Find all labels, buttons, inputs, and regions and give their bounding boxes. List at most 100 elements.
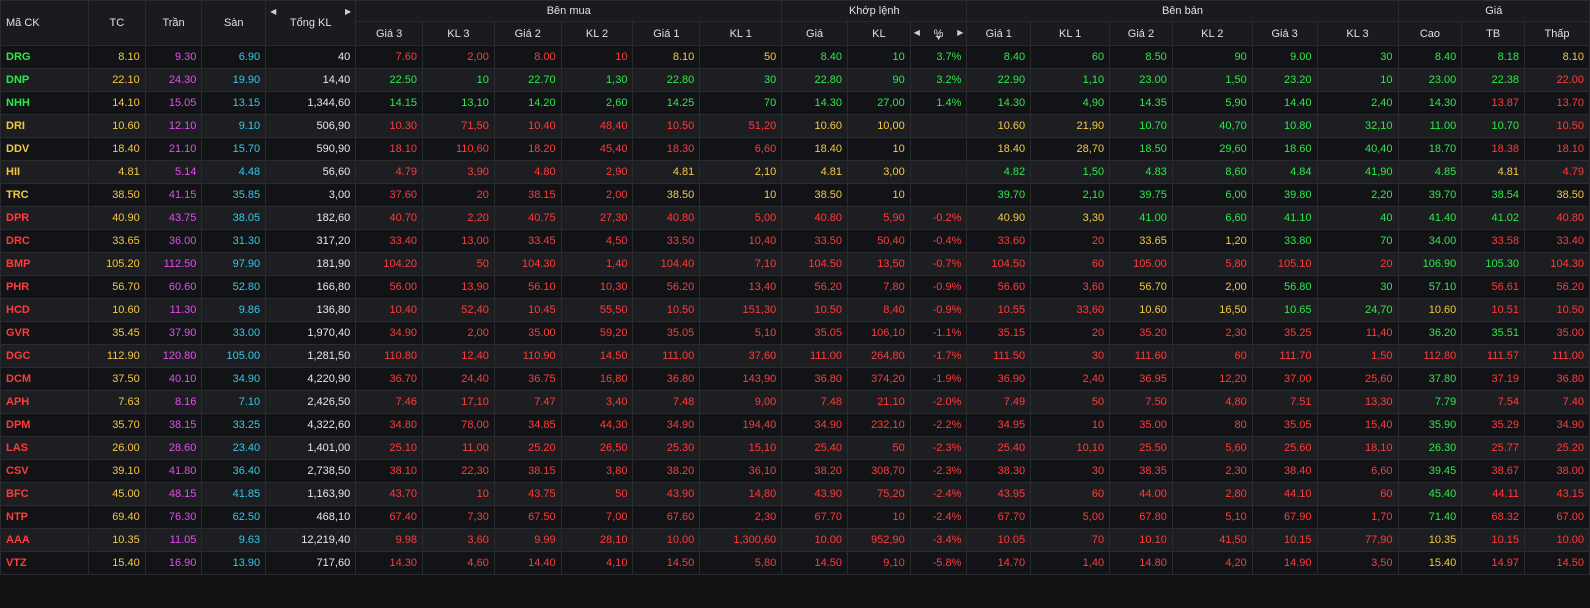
sell-volume-1[interactable]: 70: [1030, 528, 1111, 552]
header-match-pct[interactable]: ◀ % ▼ ▶: [909, 21, 968, 46]
buy-volume-1[interactable]: 5,10: [699, 321, 783, 345]
buy-price-3[interactable]: 9.98: [355, 528, 423, 552]
buy-volume-2[interactable]: 10: [560, 45, 634, 69]
buy-price-1[interactable]: 7.48: [632, 390, 701, 414]
sell-price-3[interactable]: 10.65: [1251, 298, 1318, 322]
sell-volume-3[interactable]: 2,40: [1316, 91, 1399, 115]
buy-volume-3[interactable]: 2,20: [421, 206, 495, 230]
stock-symbol[interactable]: HCD: [0, 298, 90, 322]
buy-price-2[interactable]: 67.50: [493, 505, 562, 529]
sell-price-1[interactable]: 8.40: [966, 45, 1032, 69]
sell-price-2[interactable]: 36.95: [1109, 367, 1173, 391]
sell-volume-3[interactable]: 15,40: [1316, 413, 1399, 437]
stock-symbol[interactable]: CSV: [0, 459, 90, 483]
sell-volume-1[interactable]: 20: [1030, 229, 1111, 253]
header-sell-kl1[interactable]: KL 1: [1030, 21, 1111, 46]
sell-volume-1[interactable]: 10,10: [1030, 436, 1111, 460]
sell-price-3[interactable]: 14.40: [1251, 91, 1318, 115]
buy-volume-1[interactable]: 37,60: [699, 344, 783, 368]
buy-price-2[interactable]: 18.20: [493, 137, 562, 161]
buy-price-2[interactable]: 56.10: [493, 275, 562, 299]
sell-price-2[interactable]: 10.10: [1109, 528, 1173, 552]
buy-price-3[interactable]: 37.60: [355, 183, 423, 207]
stock-symbol[interactable]: NHH: [0, 91, 90, 115]
sell-price-2[interactable]: 67.80: [1109, 505, 1173, 529]
sell-volume-2[interactable]: 12,20: [1171, 367, 1253, 391]
sell-price-1[interactable]: 14.70: [966, 551, 1032, 575]
table-row[interactable]: NTP 69.40 76.30 62.50 468,10 67.40 7,30 67.50 7,…: [0, 505, 1590, 529]
buy-price-1[interactable]: 43.90: [632, 482, 701, 506]
buy-price-2[interactable]: 110.90: [493, 344, 562, 368]
buy-price-2[interactable]: 36.75: [493, 367, 562, 391]
sell-volume-3[interactable]: 77,90: [1316, 528, 1399, 552]
sell-volume-1[interactable]: 1,40: [1030, 551, 1111, 575]
header-tong-kl[interactable]: ◀ Tổng KL ▶: [265, 0, 357, 46]
buy-volume-1[interactable]: 1,300,60: [699, 528, 783, 552]
sell-volume-1[interactable]: 30: [1030, 344, 1111, 368]
buy-price-3[interactable]: 104.20: [355, 252, 423, 276]
buy-volume-3[interactable]: 71,50: [421, 114, 495, 138]
sell-price-2[interactable]: 10.70: [1109, 114, 1173, 138]
sell-price-3[interactable]: 105.10: [1251, 252, 1318, 276]
arrow-left-icon[interactable]: ◀: [914, 28, 920, 37]
sell-price-1[interactable]: 43.95: [966, 482, 1032, 506]
table-row[interactable]: APH 7.63 8.16 7.10 2,426,50 7.46 17,10 7.47 3,40…: [0, 390, 1590, 414]
buy-price-1[interactable]: 10.50: [632, 114, 701, 138]
table-row[interactable]: NHH 14.10 15.05 13.15 1,344,60 14.15 13,10 14.2…: [0, 91, 1590, 115]
buy-price-3[interactable]: 43.70: [355, 482, 423, 506]
table-row[interactable]: DDV 18.40 21.10 15.70 590,90 18.10 110,60 18.20…: [0, 137, 1590, 161]
buy-price-2[interactable]: 33.45: [493, 229, 562, 253]
header-price-thap[interactable]: Thấp: [1524, 21, 1590, 46]
table-row[interactable]: DGC 112.90 120.80 105.00 1,281,50 110.80 12,40…: [0, 344, 1590, 368]
sell-volume-2[interactable]: 40,70: [1171, 114, 1253, 138]
sell-volume-1[interactable]: 3,30: [1030, 206, 1111, 230]
buy-volume-2[interactable]: 26,50: [560, 436, 634, 460]
stock-symbol[interactable]: DDV: [0, 137, 90, 161]
buy-volume-3[interactable]: 20: [421, 183, 495, 207]
sell-volume-1[interactable]: 3,60: [1030, 275, 1111, 299]
sell-volume-3[interactable]: 30: [1316, 45, 1399, 69]
buy-price-2[interactable]: 22.70: [493, 68, 562, 92]
sell-volume-3[interactable]: 1,50: [1316, 344, 1399, 368]
sell-price-2[interactable]: 14.35: [1109, 91, 1173, 115]
sell-price-1[interactable]: 10.60: [966, 114, 1032, 138]
buy-volume-3[interactable]: 13,00: [421, 229, 495, 253]
buy-price-1[interactable]: 33.50: [632, 229, 701, 253]
sell-price-2[interactable]: 111.60: [1109, 344, 1173, 368]
sell-price-1[interactable]: 22.90: [966, 68, 1032, 92]
stock-symbol[interactable]: PHR: [0, 275, 90, 299]
table-row[interactable]: HII 4.81 5.14 4.48 56,60 4.79 3,90 4.80 2,90 4.81…: [0, 160, 1590, 184]
buy-volume-3[interactable]: 52,40: [421, 298, 495, 322]
sell-volume-3[interactable]: 6,60: [1316, 459, 1399, 483]
sell-price-3[interactable]: 10.80: [1251, 114, 1318, 138]
header-tc[interactable]: TC: [88, 0, 146, 46]
buy-volume-2[interactable]: 1,40: [560, 252, 634, 276]
buy-volume-1[interactable]: 10,40: [699, 229, 783, 253]
sell-volume-3[interactable]: 25,60: [1316, 367, 1399, 391]
buy-volume-2[interactable]: 1,30: [560, 68, 634, 92]
sell-price-3[interactable]: 35.05: [1251, 413, 1318, 437]
table-row[interactable]: HCD 10.60 11.30 9.86 136,80 10.40 52,40 10.45 55…: [0, 298, 1590, 322]
sort-down-icon[interactable]: ▼: [935, 35, 942, 42]
sell-price-1[interactable]: 10.55: [966, 298, 1032, 322]
buy-volume-2[interactable]: 48,40: [560, 114, 634, 138]
sell-price-3[interactable]: 10.15: [1251, 528, 1318, 552]
sell-volume-2[interactable]: 41,50: [1171, 528, 1253, 552]
sell-price-2[interactable]: 10.60: [1109, 298, 1173, 322]
buy-price-3[interactable]: 67.40: [355, 505, 423, 529]
header-price-cao[interactable]: Cao: [1397, 21, 1463, 46]
sell-volume-2[interactable]: 60: [1171, 344, 1253, 368]
table-row[interactable]: DNP 22.10 24.30 19.90 14,40 22.50 10 22.70 1,30 2…: [0, 68, 1590, 92]
sell-volume-2[interactable]: 29,60: [1171, 137, 1253, 161]
stock-symbol[interactable]: DPM: [0, 413, 90, 437]
buy-price-2[interactable]: 9.99: [493, 528, 562, 552]
buy-price-1[interactable]: 56.20: [632, 275, 701, 299]
buy-volume-1[interactable]: 70: [699, 91, 783, 115]
sell-price-1[interactable]: 35.15: [966, 321, 1032, 345]
sell-volume-3[interactable]: 24,70: [1316, 298, 1399, 322]
sell-price-2[interactable]: 56.70: [1109, 275, 1173, 299]
header-buy-kl1[interactable]: KL 1: [699, 21, 783, 46]
buy-price-1[interactable]: 18.30: [632, 137, 701, 161]
sell-price-2[interactable]: 38.35: [1109, 459, 1173, 483]
buy-volume-1[interactable]: 194,40: [699, 413, 783, 437]
